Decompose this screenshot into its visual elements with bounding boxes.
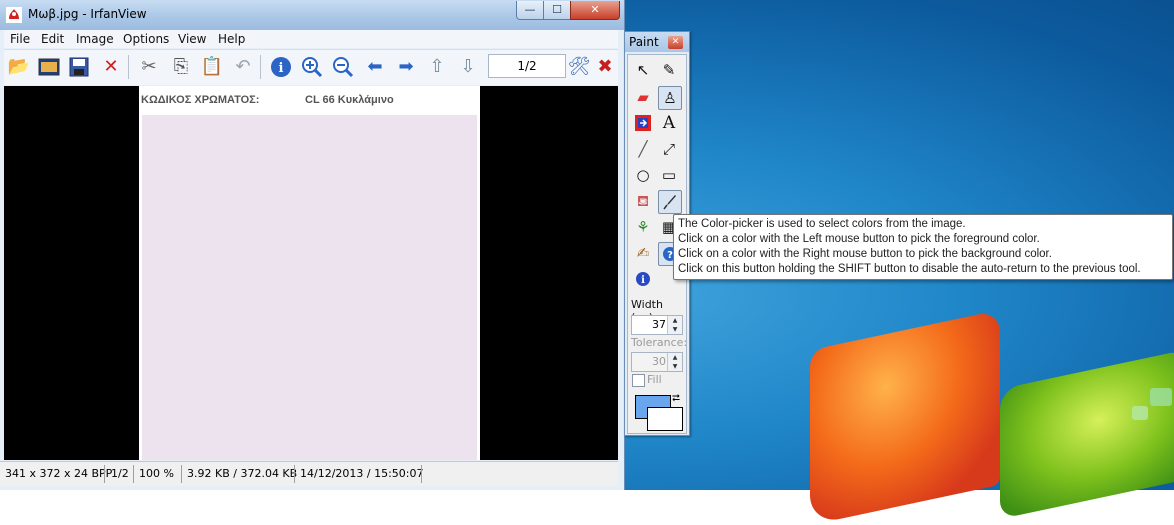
menu-view[interactable]: View xyxy=(178,32,206,46)
toolbar: 📂 ✕ ✂ ⎘ 📋 ↶ i ⬅ ➡ ⇧ ⇩ 1/2 🛠 ✖ xyxy=(4,49,618,85)
tooltip-line: Click on a color with the Right mouse bu… xyxy=(678,248,1052,260)
fill-checkbox[interactable] xyxy=(632,374,645,387)
irfanview-window: Μωβ.jpg - IrfanView — ☐ ✕ File Edit Imag… xyxy=(0,0,625,490)
tolerance-value: 30 xyxy=(652,355,666,368)
menu-bar: File Edit Image Options View Help xyxy=(4,30,618,48)
replace-color-tool-icon[interactable] xyxy=(632,112,654,134)
paint-title-bar[interactable]: Paint ✕ xyxy=(625,32,689,52)
status-separator xyxy=(421,465,422,483)
tolerance-spinner[interactable]: 30 ▲ ▼ xyxy=(631,352,683,372)
page-number-field[interactable]: 1/2 xyxy=(488,54,566,78)
displayed-image: ΚΩΔΙΚΟΣ ΧΡΩΜΑΤΟΣ: CL 66 Κυκλάμινο xyxy=(139,86,480,460)
windows-logo-green-pane xyxy=(1000,350,1174,520)
text-tool-icon[interactable]: A xyxy=(658,112,680,134)
status-separator xyxy=(104,465,105,483)
status-separator xyxy=(133,465,134,483)
status-zoom: 100 % xyxy=(139,467,174,480)
width-spinner[interactable]: 37 ▲ ▼ xyxy=(631,315,683,335)
background-color-swatch[interactable] xyxy=(647,407,683,431)
width-value: 37 xyxy=(652,318,666,331)
arrow-tool-icon[interactable]: ⤢ xyxy=(658,138,680,160)
effects-tool-icon[interactable]: ⚘ xyxy=(632,216,654,238)
color-picker-tool-icon[interactable] xyxy=(658,190,682,214)
fill-bucket-tool-icon[interactable]: ⛾ xyxy=(632,190,654,212)
next-icon[interactable]: ➡ xyxy=(393,54,419,80)
copy-icon[interactable]: ⎘ xyxy=(168,54,194,80)
spinner-arrows-icon[interactable]: ▲ ▼ xyxy=(667,353,682,371)
slideshow-icon[interactable] xyxy=(36,54,62,80)
toolbar-separator xyxy=(128,55,129,79)
menu-edit[interactable]: Edit xyxy=(41,32,64,46)
spray-tool-icon[interactable]: ✍ xyxy=(632,242,654,264)
circle-tool-icon[interactable]: ○ xyxy=(632,164,654,186)
decor-hexagon xyxy=(1150,388,1172,406)
image-viewer[interactable]: ΚΩΔΙΚΟΣ ΧΡΩΜΑΤΟΣ: CL 66 Κυκλάμινο xyxy=(4,86,618,460)
status-bar: 341 x 372 x 24 BPP 1/2 100 % 3.92 KB / 3… xyxy=(0,461,618,486)
svg-text:i: i xyxy=(641,275,645,286)
open-folder-icon[interactable]: 📂 xyxy=(6,54,32,80)
menu-file[interactable]: File xyxy=(10,32,30,46)
windows-logo-red-pane xyxy=(810,309,1000,525)
line-tool-icon[interactable]: ╱ xyxy=(632,138,654,160)
clone-stamp-tool-icon[interactable]: ♙ xyxy=(658,86,682,110)
color-code-label: ΚΩΔΙΚΟΣ ΧΡΩΜΑΤΟΣ: xyxy=(141,94,260,106)
tooltip-line: Click on this button holding the SHIFT b… xyxy=(678,263,1141,275)
save-icon[interactable] xyxy=(66,54,92,80)
swap-colors-icon[interactable]: ⮂ xyxy=(672,393,680,404)
page-up-icon[interactable]: ⇧ xyxy=(424,54,450,80)
status-separator xyxy=(294,465,295,483)
menu-help[interactable]: Help xyxy=(218,32,245,46)
minimize-button[interactable]: — xyxy=(516,1,544,20)
window-title: Μωβ.jpg - IrfanView xyxy=(28,7,147,21)
irfanview-app-icon xyxy=(6,7,22,23)
undo-icon[interactable]: ↶ xyxy=(230,54,256,80)
cut-icon[interactable]: ✂ xyxy=(136,54,162,80)
status-datetime: 14/12/2013 / 15:50:07 xyxy=(300,467,424,480)
exit-icon[interactable]: ✖ xyxy=(596,54,614,80)
color-code-value: CL 66 Κυκλάμινο xyxy=(305,94,394,106)
color-swatch xyxy=(142,115,477,460)
page-down-icon[interactable]: ⇩ xyxy=(455,54,481,80)
title-bar[interactable]: Μωβ.jpg - IrfanView — ☐ ✕ xyxy=(0,0,624,30)
menu-image[interactable]: Image xyxy=(76,32,114,46)
selection-tool-icon[interactable]: ↖ xyxy=(632,59,654,81)
tooltip: The Color-picker is used to select color… xyxy=(673,214,1173,280)
paint-close-button[interactable]: ✕ xyxy=(668,36,683,49)
close-button[interactable]: ✕ xyxy=(570,1,620,20)
status-page: 1/2 xyxy=(111,467,129,480)
status-dimensions: 341 x 372 x 24 BPP xyxy=(5,467,113,480)
status-filesize: 3.92 KB / 372.04 KB xyxy=(187,467,298,480)
previous-icon[interactable]: ⬅ xyxy=(362,54,388,80)
info-icon[interactable]: i xyxy=(268,54,294,80)
paste-icon[interactable]: 📋 xyxy=(199,54,225,80)
brush-tool-icon[interactable]: ✎ xyxy=(658,59,680,81)
eraser-tool-icon[interactable]: ▰ xyxy=(632,86,654,108)
spinner-arrows-icon[interactable]: ▲ ▼ xyxy=(667,316,682,334)
svg-text:i: i xyxy=(279,61,284,76)
menu-options[interactable]: Options xyxy=(123,32,169,46)
color-selector[interactable]: ⮂ xyxy=(631,393,685,435)
paint-title: Paint xyxy=(629,35,659,49)
zoom-out-icon[interactable] xyxy=(330,54,356,80)
zoom-in-icon[interactable] xyxy=(299,54,325,80)
rectangle-tool-icon[interactable]: ▭ xyxy=(658,164,680,186)
decor-hexagon xyxy=(1132,406,1148,420)
info-tool-icon[interactable]: i xyxy=(632,268,654,290)
tooltip-line: Click on a color with the Left mouse but… xyxy=(678,233,1040,245)
fill-label: Fill xyxy=(647,373,662,386)
status-separator xyxy=(181,465,182,483)
settings-icon[interactable]: 🛠 xyxy=(566,54,592,80)
toolbar-separator xyxy=(260,55,261,79)
maximize-button[interactable]: ☐ xyxy=(543,1,571,20)
delete-icon[interactable]: ✕ xyxy=(98,54,124,80)
tolerance-label: Tolerance: xyxy=(631,336,688,349)
tooltip-line: The Color-picker is used to select color… xyxy=(678,218,966,230)
